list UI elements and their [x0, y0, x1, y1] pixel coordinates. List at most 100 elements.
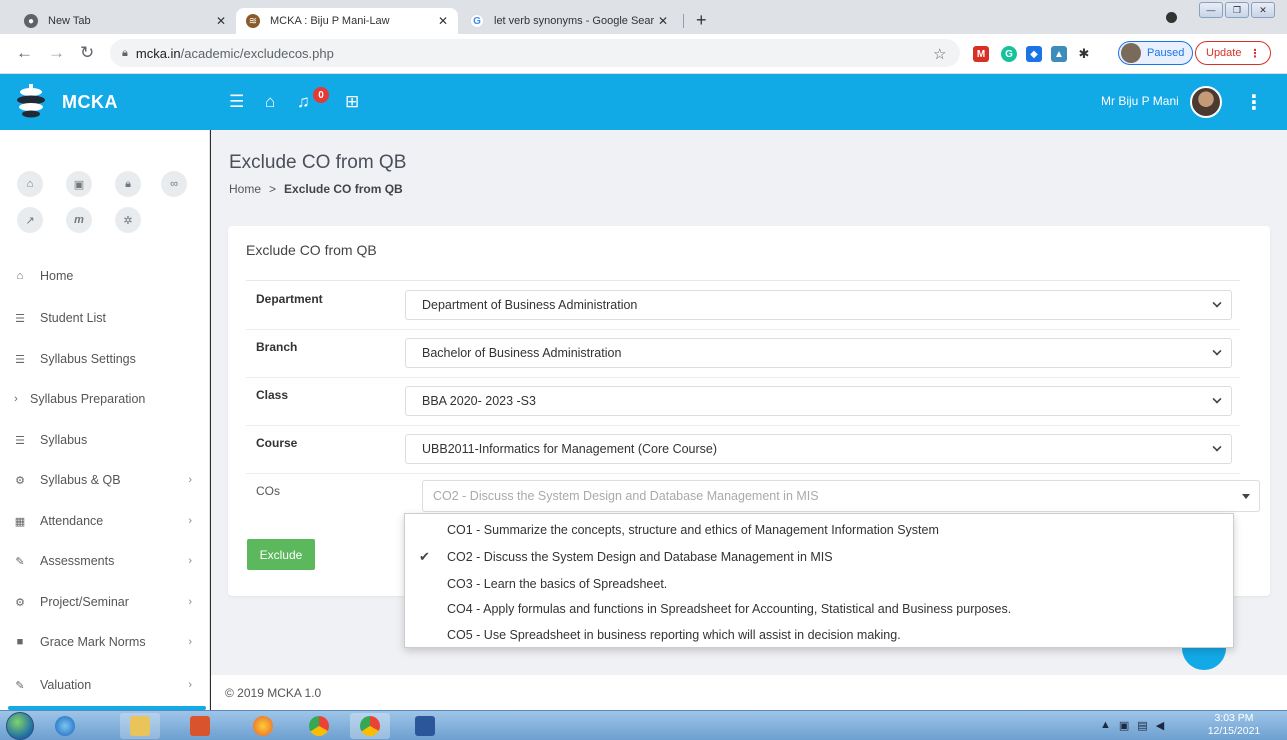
extension-icon[interactable]: M [973, 46, 989, 62]
class-select[interactable]: BBA 2020- 2023 -S3 [405, 386, 1232, 416]
card-title: Exclude CO from QB [246, 242, 377, 258]
chevron-right-icon: › [188, 555, 192, 567]
sidebar-item-syllabus-preparation[interactable]: › Syllabus Preparation [0, 379, 210, 419]
sidebar: ⌂ ▣ 🔒︎ ∞ ↗ m ✲ ⌂ Home ☰ Student List ☰ S… [0, 130, 210, 710]
back-icon[interactable]: ← [16, 44, 33, 61]
volume-icon[interactable]: ◀ [1156, 719, 1164, 732]
sidebar-item-syllabus-settings[interactable]: ☰ Syllabus Settings [0, 339, 210, 379]
home-icon[interactable]: ⌂ [265, 93, 275, 110]
ie-icon[interactable] [45, 713, 85, 739]
profile-paused-button[interactable]: Paused [1118, 41, 1194, 65]
puzzle-icon[interactable]: ✱ [1076, 46, 1092, 62]
id-card-icon[interactable]: ▣ [66, 171, 92, 197]
cos-multiselect[interactable]: CO2 - Discuss the System Design and Data… [422, 480, 1260, 512]
clock[interactable]: 3:03 PM 12/15/2021 [1197, 712, 1271, 738]
chrome-profile-icon[interactable] [350, 713, 390, 739]
co-option-selected[interactable]: ✔ CO2 - Discuss the System Design and Da… [405, 543, 1233, 570]
forward-icon[interactable]: → [48, 44, 65, 61]
system-tray: ▲ ▣ ▤ ◀ [1100, 719, 1164, 732]
sidebar-item-label: Syllabus Preparation [30, 392, 146, 406]
list-icon: ☰ [15, 353, 25, 366]
user-avatar[interactable] [1190, 86, 1222, 118]
cos-label: COs [256, 484, 280, 498]
extension-icon[interactable]: ▲ [1051, 46, 1067, 62]
branch-select[interactable]: Bachelor of Business Administration [405, 338, 1232, 368]
kebab-menu-icon[interactable]: ⋮ [1244, 90, 1264, 115]
grammarly-icon[interactable]: G [1001, 46, 1017, 62]
moodle-icon[interactable]: m [66, 207, 92, 233]
sidebar-item-student-list[interactable]: ☰ Student List [0, 298, 210, 338]
co-option[interactable]: CO4 - Apply formulas and functions in Sp… [405, 595, 1233, 622]
external-link-icon[interactable]: ↗ [17, 207, 43, 233]
divider [246, 377, 1240, 378]
maximize-icon[interactable]: ❐ [1225, 2, 1249, 18]
sidebar-item-home[interactable]: ⌂ Home [0, 256, 210, 296]
department-label: Department [256, 292, 323, 306]
department-value: Department of Business Administration [422, 298, 638, 312]
browser-toolbar: ← → ↻ 🔒︎ mcka.in/academic/excludecos.php… [0, 34, 1287, 74]
update-button[interactable]: Update ⋮ [1195, 41, 1272, 65]
tab-new-tab[interactable]: ● New Tab ✕ [14, 8, 236, 34]
user-name[interactable]: Mr Biju P Mani [1101, 94, 1179, 108]
breadcrumb: Home > Exclude CO from QB [229, 182, 403, 196]
gear-icon[interactable]: ✲ [115, 207, 141, 233]
chevron-right-icon: › [188, 515, 192, 527]
co-option[interactable]: CO3 - Learn the basics of Spreadsheet. [405, 570, 1233, 597]
browser-tab-bar: ● New Tab ✕ ≋ MCKA : Biju P Mani-Law ✕ G… [0, 0, 1287, 34]
new-tab-button[interactable]: + [696, 11, 707, 29]
tab-mcka[interactable]: ≋ MCKA : Biju P Mani-Law ✕ [236, 8, 458, 34]
more-icon: ⋮ [1249, 47, 1261, 60]
url-domain: mcka.in [135, 45, 181, 61]
department-select[interactable]: Department of Business Administration [405, 290, 1232, 320]
sidebar-item-attendance[interactable]: ▦ Attendance › [0, 501, 210, 541]
close-window-icon[interactable]: ✕ [1251, 2, 1275, 18]
exclude-button[interactable]: Exclude [247, 539, 315, 570]
network-icon[interactable]: ▣ [1119, 719, 1129, 732]
close-icon[interactable]: ✕ [438, 14, 448, 28]
address-bar[interactable]: 🔒︎ mcka.in/academic/excludecos.php [110, 39, 960, 67]
bookmark-star-icon[interactable]: ☆ [933, 45, 946, 63]
reload-icon[interactable]: ↻ [80, 44, 94, 61]
sidebar-item-label: Syllabus [40, 433, 88, 447]
lock-icon: 🔒︎ [122, 46, 128, 59]
breadcrumb-home[interactable]: Home [229, 182, 261, 196]
profile-indicator-icon[interactable] [1166, 12, 1177, 23]
tray-expand-icon[interactable]: ▲ [1100, 719, 1111, 732]
co-option[interactable]: CO5 - Use Spreadsheet in business report… [405, 621, 1233, 648]
start-button[interactable] [6, 712, 34, 740]
apps-grid-icon[interactable]: ⊞ [345, 93, 359, 110]
breadcrumb-separator: > [269, 182, 277, 196]
sidebar-item-syllabus-qb[interactable]: ⚙ Syllabus & QB › [0, 460, 210, 500]
handshake-icon[interactable]: ∞ [161, 171, 187, 197]
action-center-icon[interactable]: ▤ [1137, 719, 1147, 732]
chrome-icon[interactable] [299, 713, 339, 739]
course-select[interactable]: UBB2011-Informatics for Management (Core… [405, 434, 1232, 464]
app-header: MCKA ☰ ⌂ ♫ 0 ⊞ Mr Biju P Mani ⋮ [0, 74, 1287, 130]
sidebar-item-label: Grace Mark Norms [40, 635, 146, 649]
presentation-app-icon[interactable] [180, 713, 220, 739]
sidebar-item-project-seminar[interactable]: ⚙ Project/Seminar › [0, 582, 210, 622]
home-icon[interactable]: ⌂ [17, 171, 43, 197]
minimize-icon[interactable]: — [1199, 2, 1223, 18]
sidebar-item-valuation[interactable]: ✎ Valuation › [0, 665, 210, 705]
sidebar-item-syllabus[interactable]: ☰ Syllabus [0, 420, 210, 460]
sidebar-item-assessments[interactable]: ✎ Assessments › [0, 541, 210, 581]
chevron-right-icon: › [188, 474, 192, 486]
firefox-icon[interactable] [243, 713, 283, 739]
file-explorer-icon[interactable] [120, 713, 160, 739]
close-icon[interactable]: ✕ [658, 14, 668, 28]
tab-google-search[interactable]: G let verb synonyms - Google Sear ✕ [460, 8, 682, 34]
sidebar-item-label: Valuation [40, 678, 92, 692]
word-icon[interactable] [405, 713, 445, 739]
sidebar-item-label: Project/Seminar [40, 595, 129, 609]
extension-icon[interactable]: ◆ [1026, 46, 1042, 62]
menu-toggle-icon[interactable]: ☰ [229, 93, 244, 110]
sidebar-item-grace-mark-norms[interactable]: ■ Grace Mark Norms › [0, 622, 210, 662]
update-label: Update [1206, 47, 1242, 59]
cos-selected-value: CO2 - Discuss the System Design and Data… [433, 489, 819, 503]
co-option[interactable]: CO1 - Summarize the concepts, structure … [405, 516, 1233, 543]
lock-icon[interactable]: 🔒︎ [115, 171, 141, 197]
bell-icon[interactable]: ♫ [297, 93, 310, 110]
tab-title: MCKA : Biju P Mani-Law [270, 15, 390, 27]
close-icon[interactable]: ✕ [216, 14, 226, 28]
